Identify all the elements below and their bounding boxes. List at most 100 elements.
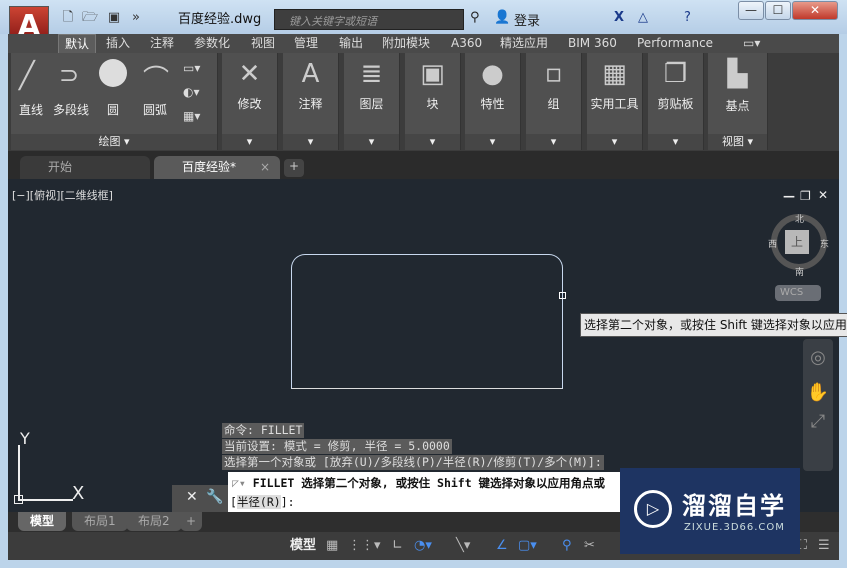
- view-panel-footer[interactable]: 视图 ▾: [708, 134, 767, 150]
- panel-expand-icon[interactable]: ▾: [526, 134, 581, 150]
- model-space-button[interactable]: 模型: [290, 536, 316, 556]
- layers-icon[interactable]: ≣: [361, 59, 383, 89]
- polyline-icon[interactable]: ⊃: [59, 61, 79, 89]
- snap-icon[interactable]: ⋮⋮▾: [348, 536, 381, 556]
- maximize-button[interactable]: ☐: [765, 1, 791, 20]
- zoom-extents-icon[interactable]: ⤢: [803, 411, 833, 432]
- line-button[interactable]: 直线: [19, 101, 43, 118]
- tab-insert[interactable]: 插入: [106, 34, 130, 53]
- new-file-icon[interactable]: 🗋: [60, 10, 76, 26]
- more-tools-icon[interactable]: »: [128, 10, 144, 26]
- exchange-icon[interactable]: X: [614, 10, 624, 25]
- isometric-icon[interactable]: ╲▾: [456, 536, 470, 556]
- gradient-icon[interactable]: ▦▾: [183, 109, 200, 123]
- annotate-icon[interactable]: A: [302, 59, 320, 89]
- modify-icon[interactable]: ✕: [239, 59, 261, 89]
- command-line-input[interactable]: ◸▾ FILLET 选择第二个对象, 或按住 Shift 键选择对象以应用角点或…: [228, 472, 622, 512]
- add-layout-button[interactable]: +: [180, 512, 203, 531]
- tab-performance[interactable]: Performance: [637, 34, 713, 53]
- annotation-scale-icon[interactable]: ⚲: [562, 536, 572, 556]
- viewport-close-icon[interactable]: ✕: [818, 188, 828, 202]
- clipboard-icon[interactable]: ❐: [664, 59, 687, 89]
- grid-icon[interactable]: ▦: [326, 536, 338, 556]
- basepoint-icon[interactable]: ▙: [728, 59, 748, 89]
- autodesk-a360-icon[interactable]: △: [638, 10, 648, 25]
- block-icon[interactable]: ▣: [420, 59, 445, 89]
- tab-a360[interactable]: A360: [451, 34, 482, 53]
- tab-addins[interactable]: 附加模块: [382, 34, 430, 53]
- command-recent-icon[interactable]: ◸▾: [232, 476, 253, 490]
- customize-wrench-icon[interactable]: 🔧: [206, 489, 223, 505]
- panel-expand-icon[interactable]: ▾: [587, 134, 642, 150]
- ribbon-options-icon[interactable]: ▭▾: [743, 34, 760, 53]
- tab-start[interactable]: 开始: [20, 156, 150, 179]
- tab-layout1[interactable]: 布局1: [72, 512, 128, 531]
- hatch-fill-icon[interactable]: ◐▾: [183, 85, 200, 99]
- viewcube-east[interactable]: 东: [820, 237, 829, 250]
- tab-model[interactable]: 模型: [18, 512, 67, 531]
- login-button[interactable]: 登录: [514, 10, 540, 29]
- panel-button[interactable]: 注释: [283, 95, 338, 112]
- line-icon[interactable]: ╱: [19, 61, 35, 91]
- panel-expand-icon[interactable]: ▾: [344, 134, 399, 150]
- save-icon[interactable]: ▣: [106, 10, 122, 26]
- panel-button[interactable]: 剪贴板: [648, 95, 703, 112]
- binoculars-icon[interactable]: ⚲: [470, 10, 480, 25]
- tab-output[interactable]: 输出: [339, 34, 363, 53]
- tab-document[interactable]: 百度经验* ×: [154, 156, 280, 179]
- filleted-rectangle[interactable]: [291, 254, 563, 389]
- open-file-icon[interactable]: 🗁: [82, 10, 98, 26]
- viewcube-west[interactable]: 西: [768, 237, 777, 250]
- viewcube-north[interactable]: 北: [795, 212, 804, 225]
- tab-featured-apps[interactable]: 精选应用: [500, 34, 548, 53]
- circle-button[interactable]: 圆: [107, 101, 119, 118]
- close-tab-icon[interactable]: ×: [260, 156, 270, 178]
- search-input[interactable]: 键入关键字或短语: [274, 9, 464, 30]
- annotation-visibility-icon[interactable]: ✂: [584, 536, 595, 556]
- tab-annotate[interactable]: 注释: [150, 34, 174, 53]
- tab-default[interactable]: 默认: [58, 34, 97, 53]
- arc-button[interactable]: 圆弧: [143, 101, 167, 118]
- panel-button[interactable]: 组: [526, 95, 581, 112]
- arc-icon[interactable]: ⌒: [143, 59, 169, 96]
- polar-tracking-icon[interactable]: ◔▾: [414, 536, 432, 556]
- viewport-restore-icon[interactable]: ❐: [800, 189, 811, 203]
- tab-bim360[interactable]: BIM 360: [568, 34, 617, 53]
- calculator-icon[interactable]: ▦: [602, 59, 627, 89]
- panel-expand-icon[interactable]: ▾: [465, 134, 520, 150]
- draw-panel-footer[interactable]: 绘图 ▾: [11, 134, 217, 150]
- tab-manage[interactable]: 管理: [294, 34, 318, 53]
- group-icon[interactable]: ▫: [545, 59, 563, 89]
- pan-hand-icon[interactable]: ✋: [803, 382, 833, 403]
- close-command-line-icon[interactable]: ✕: [186, 489, 198, 505]
- minimize-button[interactable]: —: [738, 1, 764, 20]
- properties-icon[interactable]: ●: [481, 59, 504, 89]
- object-snap-icon[interactable]: ▢▾: [518, 536, 537, 556]
- rectangle-icon[interactable]: ▭▾: [183, 61, 200, 75]
- command-line-grip[interactable]: ✕ 🔧: [172, 485, 228, 512]
- tab-layout2[interactable]: 布局2: [126, 512, 182, 531]
- panel-expand-icon[interactable]: ▾: [222, 134, 277, 150]
- viewport-minimize-icon[interactable]: —: [783, 189, 795, 203]
- panel-expand-icon[interactable]: ▾: [405, 134, 460, 150]
- steering-wheel-icon[interactable]: ◎: [803, 347, 833, 368]
- panel-button[interactable]: 修改: [222, 95, 277, 112]
- viewcube-south[interactable]: 南: [795, 265, 804, 278]
- close-button[interactable]: ✕: [792, 1, 838, 20]
- panel-button[interactable]: 图层: [344, 95, 399, 112]
- ortho-icon[interactable]: ∟: [392, 536, 403, 556]
- panel-button[interactable]: 特性: [465, 95, 520, 112]
- customization-menu-icon[interactable]: ☰: [818, 536, 830, 556]
- panel-expand-icon[interactable]: ▾: [648, 134, 703, 150]
- new-tab-button[interactable]: +: [284, 159, 304, 177]
- basepoint-button[interactable]: 基点: [708, 97, 767, 114]
- circle-icon[interactable]: [99, 59, 127, 87]
- viewcube-top-face[interactable]: 上: [785, 230, 809, 254]
- viewport-controls[interactable]: [−][俯视][二维线框]: [12, 187, 113, 203]
- tab-view[interactable]: 视图: [251, 34, 275, 53]
- help-icon[interactable]: ?: [684, 10, 691, 25]
- object-snap-tracking-icon[interactable]: ∠: [496, 536, 508, 556]
- panel-button[interactable]: 实用工具: [587, 95, 642, 112]
- panel-expand-icon[interactable]: ▾: [283, 134, 338, 150]
- tab-parametric[interactable]: 参数化: [194, 34, 230, 53]
